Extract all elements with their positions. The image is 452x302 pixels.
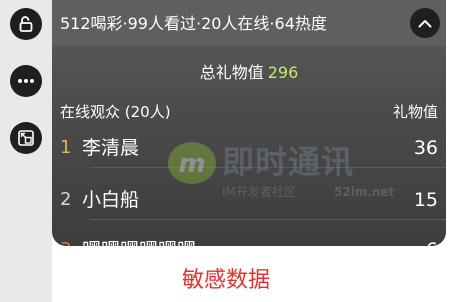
chevron-up-icon bbox=[418, 19, 432, 27]
app-screen: 512喝彩·99人看过·20人在线·64热度 总礼物值 296 在线观众 (20人… bbox=[0, 0, 452, 302]
collapse-button[interactable] bbox=[410, 8, 440, 38]
more-icon bbox=[18, 79, 34, 83]
unlock-button[interactable] bbox=[10, 8, 42, 40]
row-divider bbox=[90, 167, 446, 168]
viewer-rank: 1 bbox=[60, 137, 72, 158]
viewer-panel: 512喝彩·99人看过·20人在线·64热度 总礼物值 296 在线观众 (20人… bbox=[52, 0, 446, 246]
room-stats-title: 512喝彩·99人看过·20人在线·64热度 bbox=[60, 14, 327, 33]
total-gift-value: 296 bbox=[267, 63, 299, 82]
viewer-row[interactable]: 1 李清晨 36 bbox=[52, 128, 446, 168]
minimize-window-icon bbox=[18, 130, 34, 146]
panel-header: 512喝彩·99人看过·20人在线·64热度 bbox=[52, 0, 446, 46]
unlock-icon bbox=[19, 16, 33, 32]
viewer-name: 小白船 bbox=[82, 189, 140, 211]
online-viewers-header: 在线观众 (20人) bbox=[60, 103, 171, 121]
viewer-name: 李清晨 bbox=[82, 137, 140, 159]
sensitive-data-caption: 敏感数据 bbox=[181, 268, 270, 293]
viewer-gift-value: 15 bbox=[413, 189, 438, 211]
side-rail bbox=[0, 0, 52, 302]
viewer-name: 嘿嘿嘿嘿嘿嘿 bbox=[82, 238, 196, 246]
minimize-window-button[interactable] bbox=[10, 122, 42, 154]
viewer-gift-value: 6 bbox=[426, 238, 438, 246]
viewer-rank: 3 bbox=[60, 239, 71, 246]
viewer-row[interactable]: 3 嘿嘿嘿嘿嘿嘿 6 bbox=[52, 230, 446, 246]
gift-value-header: 礼物值 bbox=[392, 103, 438, 121]
total-gift-label: 总礼物值 bbox=[199, 63, 264, 82]
viewer-rank: 2 bbox=[60, 189, 72, 210]
total-gift-row: 总礼物值 296 bbox=[52, 62, 446, 84]
more-button[interactable] bbox=[10, 65, 42, 97]
viewer-gift-value: 36 bbox=[413, 137, 438, 159]
row-divider bbox=[90, 219, 446, 220]
viewer-row[interactable]: 2 小白船 15 bbox=[52, 180, 446, 220]
